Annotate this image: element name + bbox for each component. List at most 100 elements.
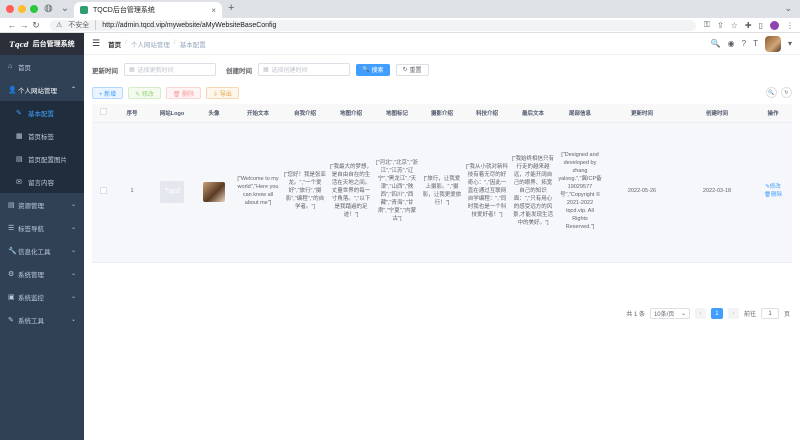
row-checkbox[interactable]	[99, 186, 107, 194]
action-bar: + 新增 ✎ 修改 🗑 删除 ⇩ 导出	[92, 87, 239, 99]
url-text[interactable]: http://admin.tqcd.vip/mywebsite/aMyWebsi…	[102, 22, 276, 29]
header-self-intro: 自我介绍	[282, 104, 328, 123]
header-avatar: 头像	[194, 104, 234, 123]
header-tech-intro: 科技介绍	[464, 104, 510, 123]
sidebar-item-system[interactable]: ⚙ 系统管理 ⌄	[0, 262, 84, 285]
tab-search-icon[interactable]: ⌄	[61, 3, 69, 14]
tab-list-icon[interactable]: ⌄	[784, 3, 792, 14]
security-label[interactable]: 不安全	[68, 20, 97, 30]
chevron-down-icon[interactable]: ▾	[788, 39, 792, 48]
cell-update-time: 2022-05-26	[604, 122, 680, 263]
sidebar-item-monitor[interactable]: ▣ 系统监控 ⌄	[0, 285, 84, 308]
update-time-input[interactable]: ▦ 选择更新时间	[124, 63, 216, 76]
minimize-window-button[interactable]	[18, 5, 26, 13]
breadcrumb-home[interactable]: 首页	[108, 39, 121, 49]
sidebar-subitem-base-config[interactable]: ✎ 基本配置	[0, 101, 84, 124]
reset-button[interactable]: ↻ 重置	[395, 63, 429, 76]
sidebar-item-resources[interactable]: ▤ 资源管理 ⌄	[0, 193, 84, 216]
create-time-placeholder: 选择创建时间	[271, 68, 308, 74]
logo-image-text: Tqcd	[164, 187, 180, 195]
edit-button[interactable]: ✎ 修改	[128, 87, 161, 99]
profile-avatar[interactable]	[770, 20, 779, 30]
font-size-icon[interactable]: T	[753, 39, 758, 48]
sidebar-item-label: 基本配置	[28, 110, 54, 118]
sidebar-item-label: 首页	[18, 64, 31, 72]
address-bar[interactable]: ⚠ 不安全 http://admin.tqcd.vip/mywebsite/aM…	[50, 19, 696, 31]
edit-icon: ✎	[16, 109, 22, 117]
create-time-input[interactable]: ▦ 选择创建时间	[258, 63, 350, 76]
table-row: 1 Tqcd ["Welcome to my world","Here you …	[92, 122, 792, 263]
sidebar-item-label: 个人网站管理	[18, 87, 57, 95]
hamburger-icon[interactable]: ☰	[92, 38, 100, 49]
sidebar-item-label: 留言内容	[28, 179, 54, 187]
browser-toolbar: ← → ↻ ⚠ 不安全 http://admin.tqcd.vip/mywebs…	[0, 18, 800, 33]
row-delete-link[interactable]: 🗑删除	[764, 192, 782, 198]
sidebar-item-website[interactable]: 👤 个人网站管理 ⌃	[0, 78, 84, 101]
sidebar-subitem-home-images[interactable]: ▤ 首页配置图片	[0, 147, 84, 170]
key-icon[interactable]: ⚿	[704, 20, 710, 30]
toggle-search-icon[interactable]: 🔍	[766, 87, 777, 98]
sidebar-item-label: 首页标签	[28, 133, 54, 141]
tab-title: TQCD后台管理系统	[93, 7, 155, 14]
help-icon[interactable]: ?	[742, 39, 746, 48]
search-button[interactable]: 🔍 搜索	[356, 63, 390, 76]
close-window-button[interactable]	[6, 5, 14, 13]
sidebar-subitem-home-tags[interactable]: ▦ 首页标签	[0, 124, 84, 147]
globe-icon[interactable]: ◍	[44, 3, 53, 14]
github-icon[interactable]: ◉	[728, 39, 735, 48]
prev-page-button[interactable]: ‹	[694, 308, 706, 319]
sidebar-item-label: 系统工具	[18, 317, 44, 325]
refresh-table-icon[interactable]: ↻	[781, 87, 792, 98]
header-operations: 操作	[754, 104, 792, 123]
sidebar-item-label: 信息化工具	[18, 248, 51, 256]
delete-button[interactable]: 🗑 删除	[165, 87, 202, 99]
logo-text: 后台管理系统	[32, 41, 75, 48]
new-tab-button[interactable]: +	[228, 2, 234, 14]
page-size-select[interactable]: 10条/页 ⌄	[649, 308, 690, 319]
cell-map-mark: ["河北","北京","浙江","江苏","辽宁","黑龙江","天津","山西…	[374, 122, 420, 263]
sidebar-subitem-messages[interactable]: ✉ 留言内容	[0, 170, 84, 193]
resource-icon: ▤	[8, 201, 15, 209]
sidebar-item-tag-nav[interactable]: ☰ 标签导航 ⌄	[0, 216, 84, 239]
cell-select[interactable]	[92, 122, 114, 263]
navbar-tools: 🔍 ◉ ? T ▾	[711, 35, 792, 52]
breadcrumb-separator: /	[125, 38, 127, 46]
row-edit-link[interactable]: ✎修改	[765, 184, 781, 190]
share-icon[interactable]: ⇪	[717, 21, 724, 30]
website-logo-image[interactable]: Tqcd	[160, 181, 184, 203]
tab-close-icon[interactable]: ×	[211, 6, 216, 15]
star-icon[interactable]: ☆	[731, 21, 738, 30]
search-icon[interactable]: 🔍	[711, 39, 721, 48]
header-select[interactable]	[92, 104, 114, 123]
export-button[interactable]: ⇩ 导出	[206, 87, 239, 99]
image-icon: ▤	[16, 155, 23, 163]
sidebar-item-home[interactable]: ⌂ 首页	[0, 55, 84, 78]
avatar[interactable]	[764, 35, 781, 52]
sidebar-icon[interactable]: ▯	[759, 21, 763, 30]
sidebar-item-info-tools[interactable]: 🔧 信息化工具 ⌄	[0, 239, 84, 262]
cell-last-text: ["我始终相信只有行走的越来越远，才能开阔自己的眼界、拓宽自己的知识面：","只…	[510, 122, 556, 263]
wrench-icon: 🔧	[8, 247, 17, 255]
calendar-icon: ▦	[129, 67, 135, 73]
add-button[interactable]: + 新增	[92, 87, 124, 99]
select-all-checkbox[interactable]	[99, 108, 107, 116]
create-time-label: 创建时间	[226, 67, 252, 75]
maximize-window-button[interactable]	[30, 5, 38, 13]
avatar-image[interactable]	[203, 182, 225, 202]
header-create-time: 创建时间	[680, 104, 754, 123]
back-icon[interactable]: ←	[6, 20, 18, 30]
next-page-button[interactable]: ›	[727, 308, 739, 319]
warning-icon[interactable]: ⚠	[56, 21, 62, 29]
page-number-1[interactable]: 1	[710, 308, 723, 319]
browser-tab[interactable]: TQCD后台管理系统 ×	[74, 2, 222, 18]
extensions-icon[interactable]: ✚	[745, 21, 752, 30]
goto-page-input[interactable]: 1	[760, 308, 779, 319]
app-logo[interactable]: Tqcd 后台管理系统	[0, 33, 84, 55]
browser-window: ◍ ⌄ TQCD后台管理系统 × + ⌄ ← → ↻ ⚠ 不安全 http://…	[0, 0, 800, 440]
sidebar-item-sys-tools[interactable]: ✎ 系统工具 ⌄	[0, 308, 84, 331]
chevron-up-icon: ⌃	[70, 87, 76, 93]
reload-icon[interactable]: ↻	[30, 20, 42, 31]
menu-icon[interactable]: ⋮	[786, 21, 794, 30]
total-count: 共 1 条	[626, 312, 645, 318]
forward-icon[interactable]: →	[18, 20, 30, 30]
